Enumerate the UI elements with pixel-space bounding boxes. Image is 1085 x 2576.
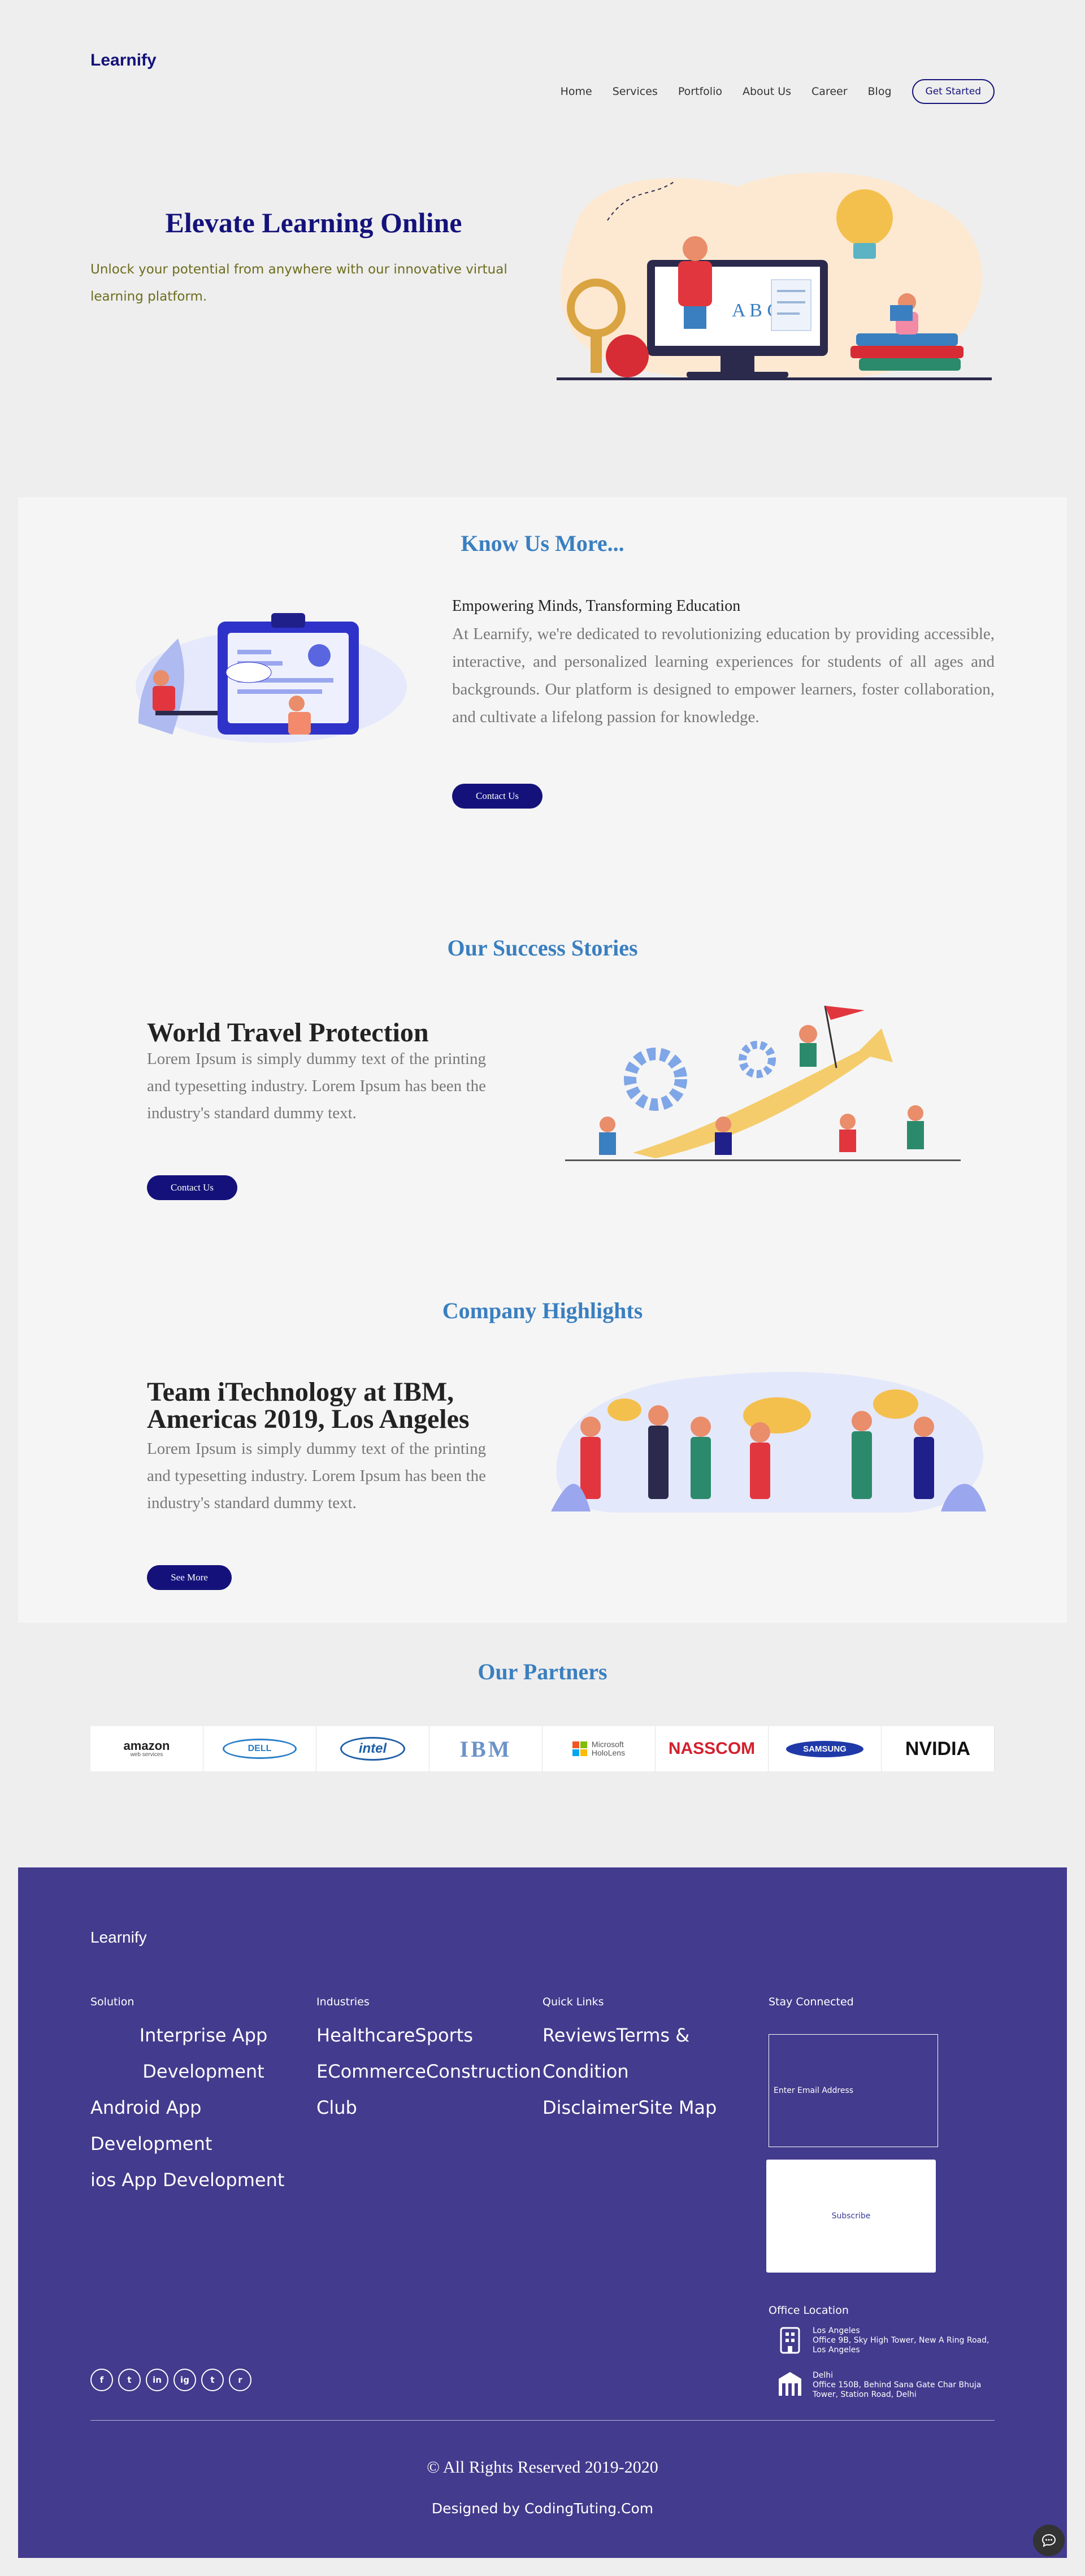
microsoft-icon [572,1741,587,1756]
dell-logo: DELL [222,1739,297,1759]
contact-us-button[interactable]: Contact Us [452,784,542,809]
get-started-button[interactable]: Get Started [912,79,995,104]
partner-ibm[interactable]: IBM [429,1726,542,1771]
know-us-heading: Empowering Minds, Transforming Education [452,597,741,615]
email-field[interactable]: Enter Email Address [769,2034,938,2147]
footer-link-ios[interactable]: ios App Development [90,2162,316,2198]
footer-link-ecommerce-construction[interactable]: ECommerceConstruction [316,2053,542,2090]
subscribe-button[interactable]: Subscribe [766,2160,936,2273]
nvidia-logo: NVIDIA [905,1737,971,1760]
footer-link-disclaimer-sitemap[interactable]: DisclaimerSite Map [542,2090,780,2126]
footer-stay-connected-heading: Stay Connected [769,1996,854,2008]
partners-strip: amazon web services DELL intel IBM Micro… [90,1726,995,1771]
footer-link-android[interactable]: Android App Development [90,2090,316,2162]
highlights-heading-line2: Americas 2019, Los Angeles [147,1404,470,1434]
know-us-illustration [136,613,407,743]
partner-nvidia[interactable]: NVIDIA [882,1726,995,1771]
footer-link-healthcare-sports[interactable]: HealthcareSports [316,2017,542,2053]
amazon-logo-text: amazon [123,1739,170,1753]
footer-industries-list: HealthcareSports ECommerceConstruction C… [316,2017,542,2126]
nav-career[interactable]: Career [811,85,848,98]
social-links: f t in ig t r [90,2369,251,2391]
office-la: Los Angeles Office 9B, Sky High Tower, N… [813,2326,999,2355]
designed-by-text[interactable]: Designed by CodingTuting.Com [0,2500,1085,2517]
chat-widget-button[interactable] [1033,2525,1065,2556]
company-highlights-title: Company Highlights [442,1298,643,1323]
highlights-illustration [551,1371,986,1513]
main-nav: Home Services Portfolio About Us Career … [561,79,995,104]
chat-icon [1041,2534,1056,2547]
ibm-logo: IBM [459,1736,512,1762]
partner-amazon[interactable]: amazon web services [90,1726,203,1771]
nav-services[interactable]: Services [613,85,658,98]
instagram-icon[interactable]: ig [173,2369,196,2391]
nav-blog[interactable]: Blog [868,85,892,98]
footer-industries-heading: Industries [316,1996,370,2008]
office-location-heading: Office Location [769,2304,849,2317]
partner-microsoft[interactable]: Microsoft HoloLens [542,1726,656,1771]
monument-icon [779,2372,801,2396]
building-icon [780,2327,800,2354]
facebook-icon[interactable]: f [90,2369,113,2391]
footer-link-club[interactable]: Club [316,2090,542,2126]
hero-subtitle: Unlock your potential from anywhere with… [90,262,507,304]
office-delhi: Delhi Office 150B, Behind Sana Gate Char… [813,2371,999,2400]
footer-solution-heading: Solution [90,1996,134,2008]
partner-dell[interactable]: DELL [203,1726,316,1771]
footer-solution-list: Interprise App Development Android App D… [90,2017,316,2198]
office-la-city: Los Angeles [813,2326,860,2335]
highlights-heading: Team iTechnology at IBM, Americas 2019, … [147,1379,470,1433]
success-contact-button[interactable]: Contact Us [147,1175,237,1200]
partner-intel[interactable]: intel [316,1726,429,1771]
footer-brand[interactable]: Learnify [90,1928,147,1947]
nav-about-us[interactable]: About Us [743,85,791,98]
footer-quick-links-heading: Quick Links [542,1996,604,2008]
hololens-logo-text: HoloLens [591,1748,626,1757]
highlights-heading-line1: Team iTechnology at IBM, [147,1377,454,1407]
footer-link-interprise[interactable]: Interprise App Development [90,2017,316,2090]
samsung-logo: SAMSUNG [786,1740,863,1757]
brand-logo[interactable]: Learnify [90,51,157,70]
hero-illustration: A B C [557,172,992,380]
success-body: Lorem Ipsum is simply dummy text of the … [147,1050,486,1122]
nav-home[interactable]: Home [561,85,592,98]
hero-title: Elevate Learning Online [165,207,462,238]
success-heading: World Travel Protection [147,1018,429,1048]
see-more-button[interactable]: See More [147,1565,232,1590]
copyright-text: © All Rights Reserved 2019-2020 [427,2458,658,2477]
nav-portfolio[interactable]: Portfolio [678,85,722,98]
success-illustration [565,1005,961,1161]
footer-divider [90,2420,995,2421]
highlights-body: Lorem Ipsum is simply dummy text of the … [147,1440,486,1512]
tumblr-icon[interactable]: t [201,2369,224,2391]
partner-nasscom[interactable]: NASSCOM [656,1726,769,1771]
partners-title: Our Partners [478,1659,607,1684]
twitter-icon[interactable]: t [118,2369,141,2391]
nasscom-logo: NASSCOM [668,1739,756,1758]
intel-logo: intel [340,1737,406,1761]
success-stories-title: Our Success Stories [447,935,638,961]
microsoft-logo-text: Microsoft [591,1739,624,1749]
know-us-body: At Learnify, we're dedicated to revoluti… [452,625,995,726]
partner-samsung[interactable]: SAMSUNG [769,1726,882,1771]
linkedin-icon[interactable]: in [146,2369,168,2391]
office-delhi-city: Delhi [813,2371,834,2380]
know-us-title: Know Us More... [461,531,624,556]
footer-link-reviews-terms[interactable]: ReviewsTerms & Condition [542,2017,780,2090]
office-la-address: Office 9B, Sky High Tower, New A Ring Ro… [813,2336,989,2355]
office-delhi-address: Office 150B, Behind Sana Gate Char Bhuja… [813,2380,982,2399]
reddit-icon[interactable]: r [229,2369,251,2391]
footer-quick-links-list: ReviewsTerms & Condition DisclaimerSite … [542,2017,780,2126]
amazon-logo-subtext: web services [130,1752,163,1758]
